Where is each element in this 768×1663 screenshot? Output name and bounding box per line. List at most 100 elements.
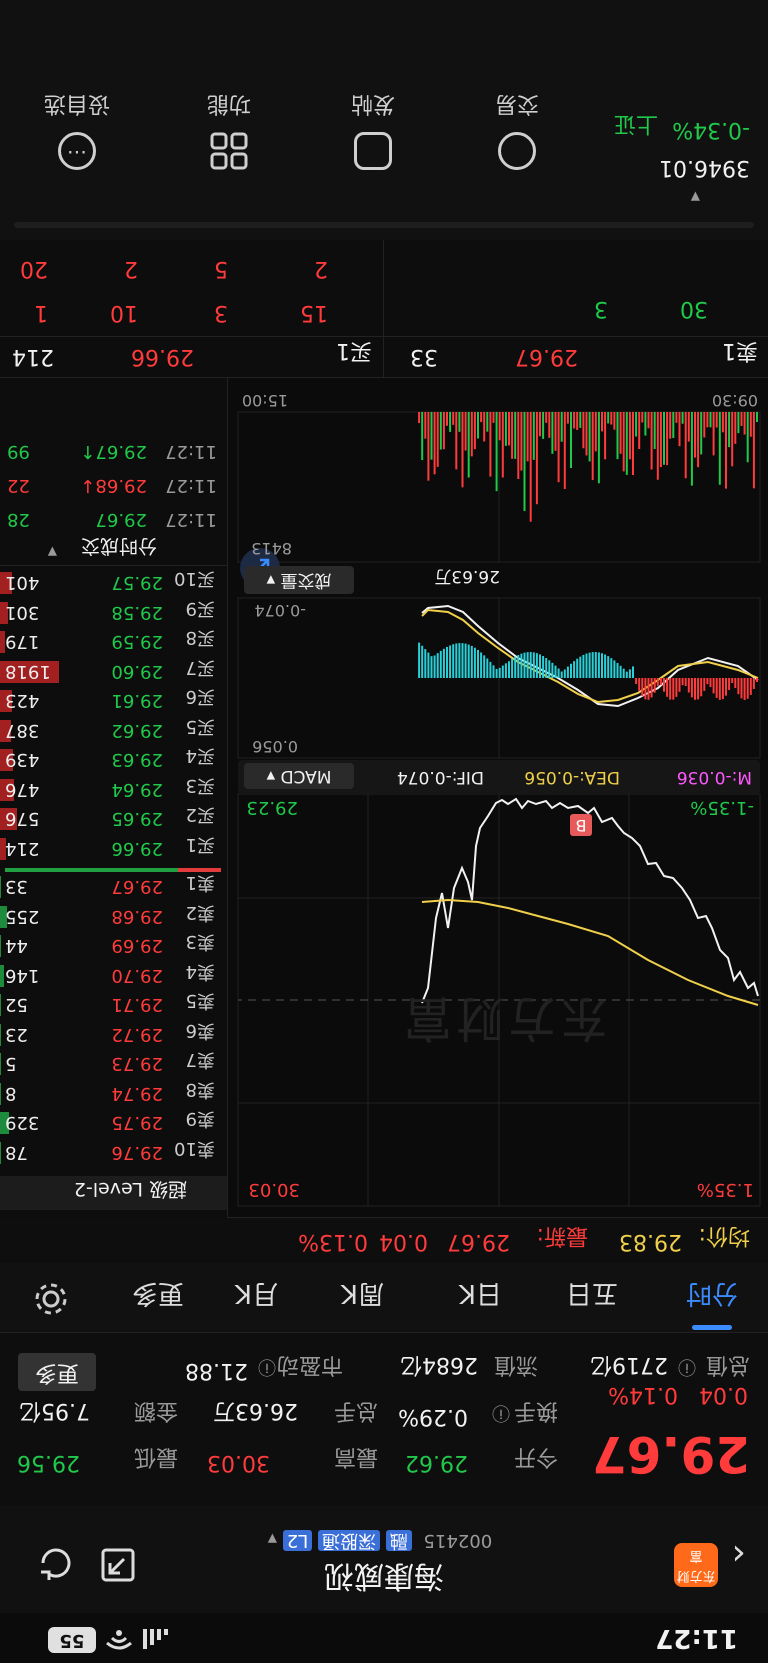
chevron-down-icon[interactable]: ▼ <box>48 545 57 559</box>
ask-row[interactable]: 卖9 29.75 329 <box>0 1109 227 1139</box>
volume-bar <box>436 412 439 467</box>
nav-trade[interactable]: 交易 <box>462 90 572 170</box>
pe-value: 21.88 <box>185 1358 248 1383</box>
index-pct: -0.34% <box>672 117 750 142</box>
ask-row[interactable]: 卖10 29.76 78 <box>0 1138 227 1168</box>
intraday-chart[interactable]: 1.35% 30.03 -1.35% 29.23 B 东方财富 M:-0.036… <box>228 381 768 1218</box>
macd-bar <box>477 649 479 678</box>
macd-bar <box>511 658 514 678</box>
settings-icon[interactable] <box>34 1282 68 1316</box>
info-icon[interactable]: ⓘ <box>258 1355 276 1381</box>
bid-row[interactable]: 买9 29.58 301 <box>0 598 227 628</box>
macd-bar <box>461 643 464 678</box>
index-name: 上证 <box>613 111 658 136</box>
macd-bar <box>566 666 569 678</box>
nav-functions[interactable]: 功能 <box>174 90 284 170</box>
macd-bar <box>529 652 532 678</box>
macd-bar <box>712 678 715 694</box>
level2-header[interactable]: 超级 Level-2 <box>0 1176 227 1210</box>
tab-five-day[interactable]: 五日 <box>566 1277 618 1314</box>
volume-bar <box>607 412 610 424</box>
ask-row[interactable]: 卖2 29.68 255 <box>0 902 227 932</box>
bid-volume: 1918 <box>5 661 51 682</box>
bid-row[interactable]: 买8 29.59 179 <box>0 628 227 658</box>
ask-row[interactable]: 卖4 29.70 146 <box>0 961 227 991</box>
volume-bar <box>678 412 681 447</box>
price-summary-line: 均价: 29.83 最新: 29.67 0.04 0.13% <box>0 1217 768 1263</box>
macd-bar <box>548 660 551 678</box>
tab-daily-k[interactable]: 日K <box>459 1277 502 1314</box>
macd-bar <box>427 652 430 678</box>
nav-watchlist[interactable]: ⋯ 设自选 <box>22 90 132 170</box>
ask-price: 29.67 <box>111 876 163 898</box>
macd-bar <box>752 678 755 690</box>
volume-bar <box>566 412 569 424</box>
tab-more[interactable]: 更多 <box>132 1277 184 1314</box>
volume-bar <box>480 412 483 423</box>
info-icon[interactable]: ⓘ <box>492 1401 510 1427</box>
volume-bar <box>576 412 579 430</box>
macd-bar <box>613 660 616 678</box>
buy-marker[interactable]: B <box>570 814 592 836</box>
macd-bar <box>467 644 470 678</box>
bid-volume: 214 <box>5 838 40 859</box>
macd-bar <box>743 678 746 700</box>
macd-bar <box>430 656 433 678</box>
more-button[interactable]: 更多 <box>18 1353 96 1391</box>
macd-bar <box>681 678 684 686</box>
bid-row[interactable]: 买7 29.60 1918 <box>0 657 227 687</box>
macd-bar <box>424 649 427 678</box>
macd-bar <box>669 678 672 700</box>
ask-label: 卖4 <box>185 961 215 982</box>
volume-selector[interactable]: 成交量 ▾ <box>244 566 354 594</box>
chevron-down-icon[interactable]: ▼ <box>691 190 700 204</box>
volume-bar <box>504 412 507 446</box>
ticks-header[interactable]: 分时成交 ▼ <box>0 535 227 566</box>
volume-bar <box>619 412 622 454</box>
buy-queue-item: 2 <box>314 256 328 281</box>
bid-row[interactable]: 买1 29.66 214 <box>0 834 227 864</box>
bid-volume: 476 <box>5 779 40 800</box>
macd-selector[interactable]: MACD ▾ <box>244 763 354 789</box>
share-icon[interactable] <box>100 1547 136 1583</box>
bid-row[interactable]: 买10 29.57 401 <box>0 569 227 599</box>
edit-icon <box>354 132 392 170</box>
bid-row[interactable]: 买6 29.61 423 <box>0 687 227 717</box>
tab-intraday[interactable]: 分时 <box>686 1277 738 1314</box>
ask-row[interactable]: 卖7 29.73 5 <box>0 1050 227 1080</box>
volume-bar <box>470 412 473 457</box>
bid-row[interactable]: 买3 29.64 476 <box>0 775 227 805</box>
amount-value: 7.95亿 <box>19 1398 90 1423</box>
ask-price: 29.73 <box>111 1053 163 1075</box>
tab-weekly-k[interactable]: 周K <box>341 1277 384 1314</box>
ask-row[interactable]: 卖5 29.71 52 <box>0 991 227 1021</box>
refresh-icon[interactable] <box>36 1543 76 1583</box>
volume-bar <box>718 412 721 485</box>
chevron-down-icon[interactable]: ▼ <box>268 1532 277 1546</box>
buy1-price: 29.66 <box>131 344 194 369</box>
index-ticker[interactable]: 3946.01 ▼ -0.34% 上证 <box>610 111 750 204</box>
volume-bar <box>542 412 545 439</box>
ask-row[interactable]: 卖6 29.72 23 <box>0 1020 227 1050</box>
macd-bar <box>610 658 613 678</box>
ask-label: 卖5 <box>185 990 215 1012</box>
bid-row[interactable]: 买4 29.63 439 <box>0 746 227 776</box>
bid-row[interactable]: 买2 29.65 576 <box>0 805 227 835</box>
tab-monthly-k[interactable]: 月K <box>235 1277 278 1314</box>
volume-bar <box>0 1083 1 1105</box>
macd-bar <box>638 678 641 691</box>
nav-post[interactable]: 发帖 <box>318 90 428 170</box>
turnover-label: 换手 <box>513 1398 558 1423</box>
volume-bar <box>0 1142 1 1164</box>
bid-row[interactable]: 买5 29.62 387 <box>0 716 227 746</box>
volume-bar <box>442 412 445 450</box>
ask-row[interactable]: 卖3 29.69 44 <box>0 932 227 962</box>
volume-bar <box>656 412 659 480</box>
info-icon[interactable]: ⓘ <box>678 1355 696 1381</box>
tick-time: 11:27 <box>165 475 217 496</box>
ask-row[interactable]: 卖8 29.74 8 <box>0 1079 227 1109</box>
ask-row[interactable]: 卖1 29.67 33 <box>0 873 227 903</box>
nav-functions-label: 功能 <box>207 91 252 116</box>
volume-bar <box>579 412 582 428</box>
macd-dea: DEA:-0.056 <box>524 767 620 787</box>
